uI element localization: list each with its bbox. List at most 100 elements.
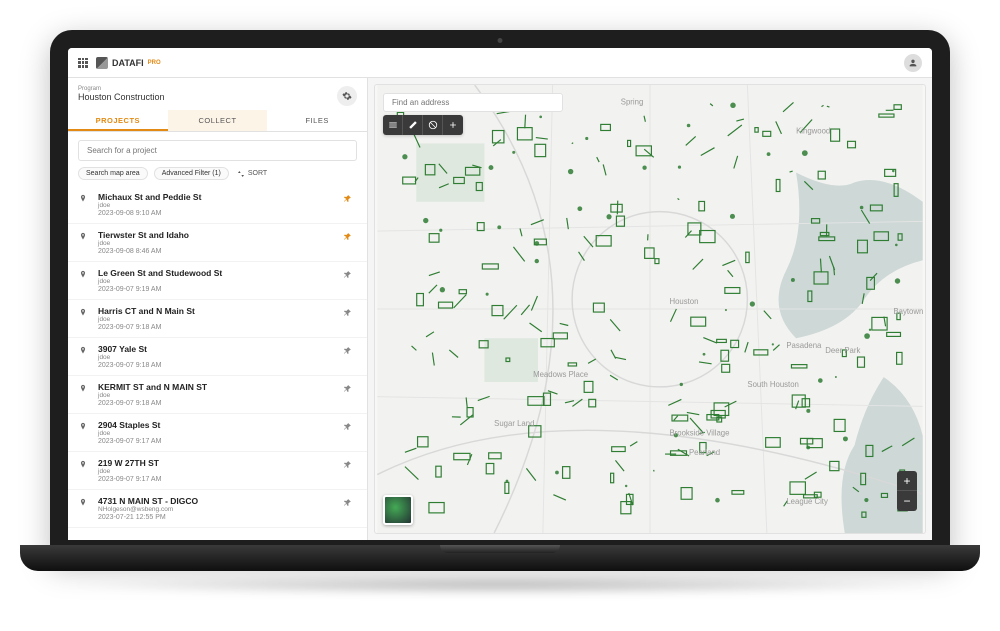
brand-logo: DATAFI PRO — [96, 57, 161, 69]
zoom-out-button[interactable]: − — [897, 491, 917, 511]
project-date: 2023-09-07 9:17 AM — [98, 476, 335, 483]
map-label-baytown: Baytown — [893, 307, 923, 316]
pin-toggle[interactable] — [343, 344, 357, 369]
advanced-filter-button[interactable]: Advanced Filter (1) — [154, 167, 229, 180]
map-add-button[interactable] — [443, 115, 463, 135]
map-address-search-input[interactable] — [383, 93, 563, 112]
project-user: jdoe — [98, 468, 335, 475]
project-list-item[interactable]: Le Green St and Studewood Stjdoe2023-09-… — [68, 262, 367, 300]
project-date: 2023-09-07 9:18 AM — [98, 362, 335, 369]
project-user: jdoe — [98, 430, 335, 437]
map-label-sugarland: Sugar Land — [494, 419, 534, 428]
search-map-area-button[interactable]: Search map area — [78, 167, 148, 180]
map-label-pearland: Pearland — [689, 448, 720, 457]
program-settings-button[interactable] — [337, 86, 357, 106]
project-list-item[interactable]: Harris CT and N Main Stjdoe2023-09-07 9:… — [68, 300, 367, 338]
project-list[interactable]: Michaux St and Peddie Stjdoe2023-09-08 9… — [68, 186, 367, 540]
project-user: jdoe — [98, 278, 335, 285]
project-date: 2023-09-07 9:18 AM — [98, 324, 335, 331]
project-list-item[interactable]: KERMIT ST and N MAIN STjdoe2023-09-07 9:… — [68, 376, 367, 414]
pin-toggle[interactable] — [343, 420, 357, 445]
project-title: Harris CT and N Main St — [98, 306, 335, 316]
project-user: jdoe — [98, 240, 335, 247]
location-pin-icon — [78, 306, 90, 331]
project-list-item[interactable]: 3907 Yale Stjdoe2023-09-07 9:18 AM — [68, 338, 367, 376]
zoom-in-button[interactable]: + — [897, 471, 917, 491]
project-title: 3907 Yale St — [98, 344, 335, 354]
pin-toggle[interactable] — [343, 306, 357, 331]
project-list-item[interactable]: Tierwster St and Idahojdoe2023-09-08 8:4… — [68, 224, 367, 262]
project-date: 2023-09-07 9:17 AM — [98, 438, 335, 445]
map-label-deerpark: Deer Park — [825, 346, 860, 355]
pin-toggle[interactable] — [343, 382, 357, 407]
map-label-leaguecity: League City — [786, 497, 828, 506]
clear-icon — [428, 120, 438, 130]
project-user: NHolgeson@wsbeng.com — [98, 506, 335, 513]
brand-sub: PRO — [148, 60, 161, 66]
project-user: jdoe — [98, 316, 335, 323]
project-title: Michaux St and Peddie St — [98, 192, 335, 202]
location-pin-icon — [78, 496, 90, 521]
location-pin-icon — [78, 420, 90, 445]
map-zoom-control: + − — [897, 471, 917, 511]
project-user: jdoe — [98, 202, 335, 209]
brand-name: DATAFI — [112, 58, 144, 68]
person-icon — [908, 58, 918, 68]
map-label-kingwood: Kingwood — [796, 127, 830, 136]
layers-icon — [388, 120, 398, 130]
user-avatar[interactable] — [904, 54, 922, 72]
gear-icon — [342, 91, 352, 101]
project-date: 2023-07-21 12:55 PM — [98, 514, 335, 521]
program-header: Program Houston Construction — [68, 78, 367, 110]
ruler-icon — [408, 120, 418, 130]
tab-files[interactable]: FILES — [267, 110, 367, 131]
project-list-item[interactable]: 2904 Staples Stjdoe2023-09-07 9:17 AM — [68, 414, 367, 452]
location-pin-icon — [78, 382, 90, 407]
map-toolbar — [383, 115, 463, 135]
pin-toggle[interactable] — [343, 458, 357, 483]
project-list-item[interactable]: 4731 N MAIN ST - DIGCONHolgeson@wsbeng.c… — [68, 490, 367, 528]
project-date: 2023-09-07 9:19 AM — [98, 286, 335, 293]
location-pin-icon — [78, 344, 90, 369]
project-search-input[interactable] — [78, 140, 357, 161]
pin-toggle[interactable] — [343, 192, 357, 217]
tab-collect[interactable]: COLLECT — [168, 110, 268, 131]
project-list-item[interactable]: 219 W 27TH STjdoe2023-09-07 9:17 AM — [68, 452, 367, 490]
project-title: KERMIT ST and N MAIN ST — [98, 382, 335, 392]
map-panel: + − — [368, 78, 932, 540]
location-pin-icon — [78, 192, 90, 217]
apps-menu-icon[interactable] — [78, 58, 88, 68]
app-bar: DATAFI PRO — [68, 48, 932, 78]
map-layers-button[interactable] — [383, 115, 403, 135]
project-user: jdoe — [98, 354, 335, 361]
pin-toggle[interactable] — [343, 268, 357, 293]
panel-tabs: PROJECTS COLLECT FILES — [68, 110, 367, 132]
project-title: Tierwster St and Idaho — [98, 230, 335, 240]
project-list-item[interactable]: Michaux St and Peddie Stjdoe2023-09-08 9… — [68, 186, 367, 224]
pin-toggle[interactable] — [343, 496, 357, 521]
map-canvas[interactable]: Houston Pasadena Pearland Sugar Land Spr… — [375, 85, 925, 533]
map-label-houston: Houston — [669, 297, 698, 306]
plus-icon — [448, 120, 458, 130]
project-user: jdoe — [98, 392, 335, 399]
location-pin-icon — [78, 268, 90, 293]
project-title: 219 W 27TH ST — [98, 458, 335, 468]
project-date: 2023-09-08 9:10 AM — [98, 210, 335, 217]
location-pin-icon — [78, 230, 90, 255]
project-title: 2904 Staples St — [98, 420, 335, 430]
map-label-spring: Spring — [621, 97, 644, 106]
map-measure-button[interactable] — [403, 115, 423, 135]
sort-button[interactable]: SORT — [237, 170, 267, 178]
map-label-brookside: Brookside Village — [669, 429, 729, 438]
map-label-meadows: Meadows Place — [533, 370, 588, 379]
project-title: 4731 N MAIN ST - DIGCO — [98, 496, 335, 506]
tab-projects[interactable]: PROJECTS — [68, 110, 168, 131]
left-panel: Program Houston Construction PROJECTS CO… — [68, 78, 368, 540]
pin-toggle[interactable] — [343, 230, 357, 255]
project-date: 2023-09-08 8:46 AM — [98, 248, 335, 255]
map-label-pasadena: Pasadena — [786, 341, 822, 350]
project-title: Le Green St and Studewood St — [98, 268, 335, 278]
map-clear-button[interactable] — [423, 115, 443, 135]
location-pin-icon — [78, 458, 90, 483]
basemap-toggle[interactable] — [383, 495, 413, 525]
